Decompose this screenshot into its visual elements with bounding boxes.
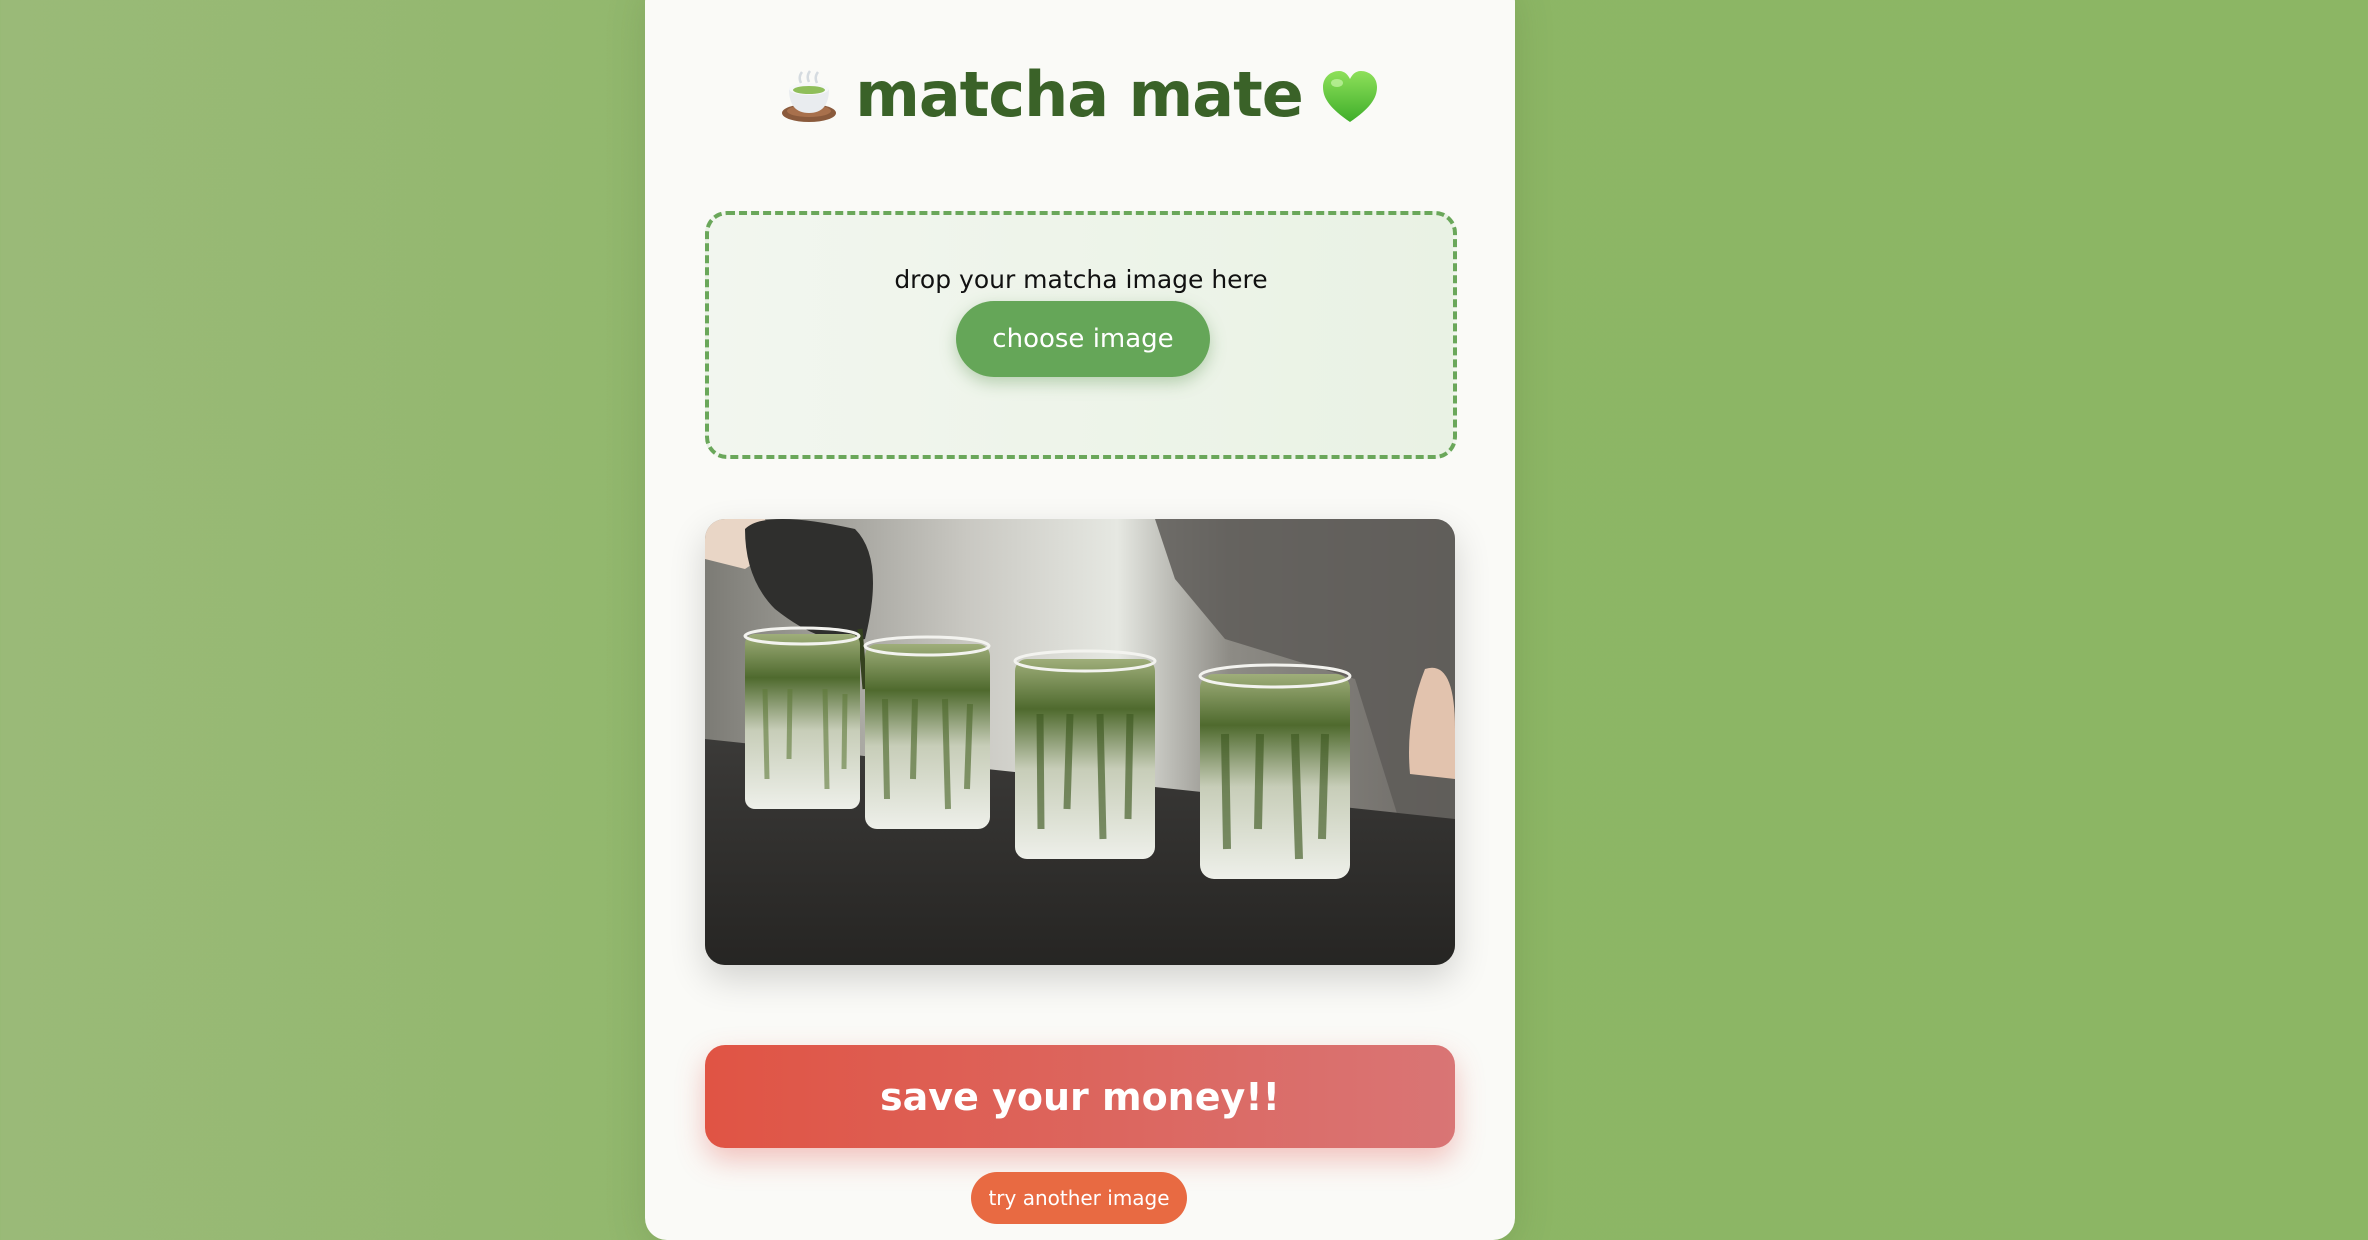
app-header: matcha mate	[645, 58, 1515, 131]
app-title: matcha mate	[855, 58, 1304, 131]
image-dropzone[interactable]: drop your matcha image here choose image	[705, 211, 1457, 459]
verdict-banner: save your money!!	[705, 1045, 1455, 1148]
green-heart-icon	[1321, 67, 1379, 123]
matcha-preview-image	[705, 519, 1455, 965]
dropzone-prompt: drop your matcha image here	[894, 265, 1268, 294]
teacup-icon	[781, 67, 837, 123]
try-another-image-button[interactable]: try another image	[971, 1172, 1187, 1224]
choose-image-button[interactable]: choose image	[956, 301, 1210, 377]
app-card: matcha mate drop your matcha image here …	[645, 0, 1515, 1240]
